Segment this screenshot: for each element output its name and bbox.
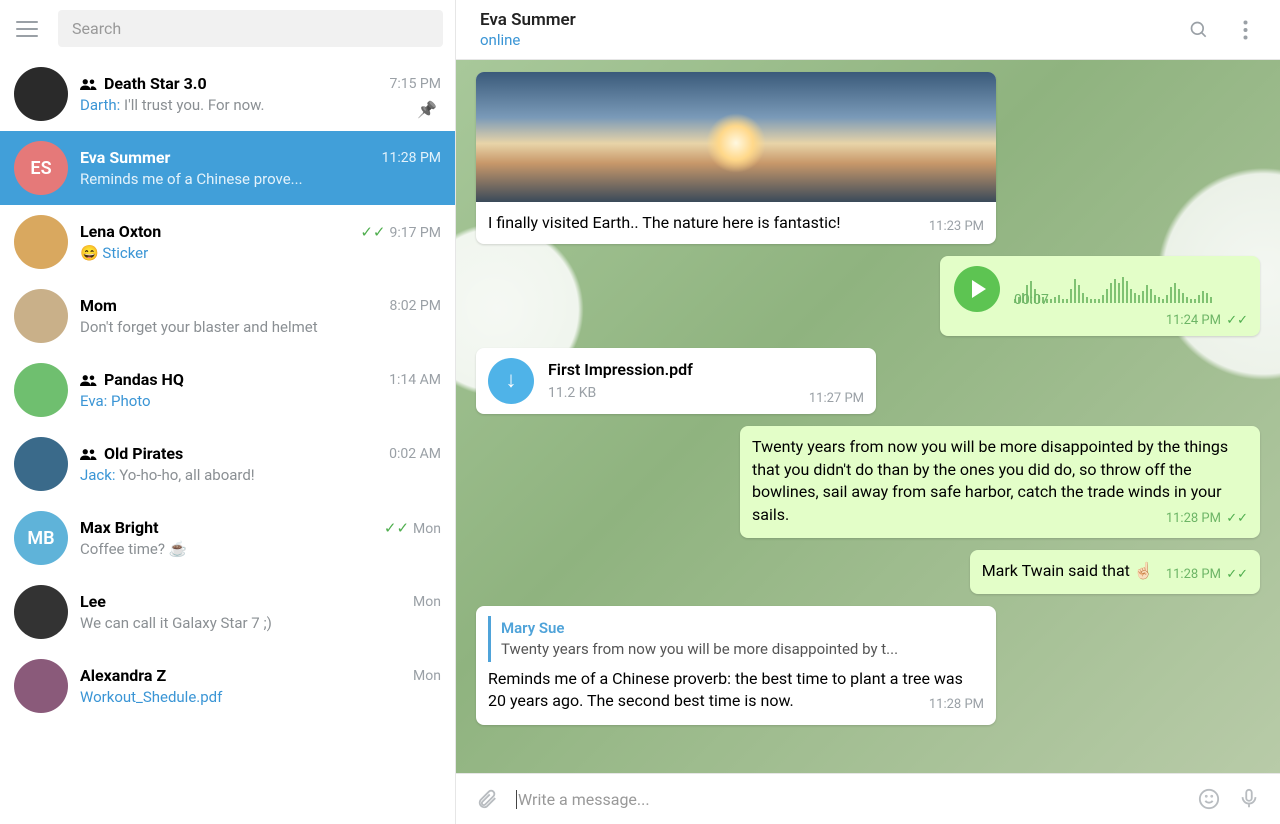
read-ticks-icon: ✓✓: [360, 223, 385, 241]
chat-preview: Coffee time? ☕: [80, 540, 441, 558]
chat-name: Mom: [80, 296, 117, 315]
chat-name: Lena Oxton: [80, 222, 161, 241]
message-text[interactable]: Mark Twain said that ☝🏻 11:28 PM ✓✓: [476, 550, 1260, 594]
avatar: [14, 437, 68, 491]
chat-item[interactable]: Death Star 3.0 7:15 PM Darth: I'll trust y…: [0, 57, 455, 131]
voice-duration: 00:07: [1014, 291, 1049, 311]
chat-time: 8:02 PM: [389, 298, 441, 314]
chat-panel: Eva Summer online I finally visite: [456, 0, 1280, 824]
play-icon[interactable]: [954, 266, 1000, 312]
messages-area[interactable]: I finally visited Earth.. The nature her…: [456, 60, 1280, 773]
download-icon[interactable]: ↓: [488, 358, 534, 404]
chat-list[interactable]: Death Star 3.0 7:15 PM Darth: I'll trust y…: [0, 57, 455, 824]
avatar: ES: [14, 141, 68, 195]
chat-item[interactable]: Alexandra Z Mon Workout_Shedule.pdf: [0, 649, 455, 723]
chat-status: online: [480, 31, 1188, 49]
message-body: Reminds me of a Chinese proverb: the bes…: [488, 669, 963, 710]
header-info[interactable]: Eva Summer online: [480, 10, 1188, 49]
message-text: I finally visited Earth.. The nature her…: [488, 213, 841, 232]
message-text[interactable]: Twenty years from now you will be more d…: [476, 426, 1260, 537]
chat-preview: Jack: Yo-ho-ho, all aboard!: [80, 466, 441, 484]
sidebar-header: Search: [0, 0, 455, 57]
file-size: 11.2 KB: [548, 384, 693, 404]
chat-item[interactable]: ES Eva Summer 11:28 PM Reminds me of a Chin…: [0, 131, 455, 205]
read-ticks-icon: ✓✓: [1226, 313, 1248, 328]
avatar: [14, 363, 68, 417]
chat-name: Eva Summer: [80, 148, 170, 167]
chat-time: 11:28 PM: [382, 150, 441, 166]
avatar: [14, 289, 68, 343]
message-body: Mark Twain said that ☝🏻: [982, 561, 1154, 580]
message-input[interactable]: Write a message...: [516, 790, 1180, 809]
chat-preview: Workout_Shedule.pdf: [80, 688, 441, 706]
chat-time: 0:02 AM: [389, 446, 441, 462]
chat-name: Alexandra Z: [80, 666, 166, 685]
chat-item[interactable]: Mom 8:02 PM Don't forget your blaster and …: [0, 279, 455, 353]
chat-time: Mon: [413, 594, 441, 610]
chat-preview: We can call it Galaxy Star 7 ;): [80, 614, 441, 632]
chat-item[interactable]: Lena Oxton ✓✓9:17 PM 😄 Sticker: [0, 205, 455, 279]
message-time: 11:28 PM: [929, 696, 984, 714]
chat-header: Eva Summer online: [456, 0, 1280, 60]
read-ticks-icon: ✓✓: [384, 519, 409, 537]
chat-preview: Don't forget your blaster and helmet: [80, 318, 441, 336]
avatar: [14, 659, 68, 713]
chat-preview: Darth: I'll trust you. For now.: [80, 96, 441, 114]
avatar: [14, 215, 68, 269]
chat-name: Old Pirates: [80, 444, 183, 463]
avatar: [14, 585, 68, 639]
message-time: 11:27 PM: [809, 390, 864, 408]
chat-time: ✓✓9:17 PM: [360, 223, 441, 241]
message-reply[interactable]: Mary Sue Twenty years from now you will …: [476, 606, 1260, 725]
message-time: 11:28 PM ✓✓: [1166, 510, 1248, 528]
attach-icon[interactable]: [476, 788, 498, 810]
photo-attachment: [476, 72, 996, 202]
message-file[interactable]: ↓ First Impression.pdf 11.2 KB 11:27 PM: [476, 348, 1260, 414]
read-ticks-icon: ✓✓: [1226, 567, 1248, 582]
chat-time: 7:15 PM: [389, 76, 441, 92]
more-icon[interactable]: [1234, 19, 1256, 41]
chat-preview: 😄 Sticker: [80, 244, 441, 262]
chat-time: ✓✓Mon: [384, 519, 441, 537]
sidebar: Search Death Star 3.0 7:15 PM Darth: I'll …: [0, 0, 456, 824]
search-icon[interactable]: [1188, 19, 1210, 41]
reply-quote[interactable]: Mary Sue Twenty years from now you will …: [488, 616, 984, 662]
chat-time: Mon: [413, 668, 441, 684]
menu-icon[interactable]: [12, 15, 40, 43]
message-photo[interactable]: I finally visited Earth.. The nature her…: [476, 72, 1260, 244]
reply-sender: Mary Sue: [501, 618, 984, 639]
message-time: 11:24 PM ✓✓: [1166, 312, 1248, 330]
avatar: MB: [14, 511, 68, 565]
message-body: Twenty years from now you will be more d…: [752, 437, 1228, 523]
chat-item[interactable]: Lee Mon We can call it Galaxy Star 7 ;): [0, 575, 455, 649]
chat-preview: Reminds me of a Chinese prove...: [80, 170, 441, 188]
chat-time: 1:14 AM: [389, 372, 441, 388]
chat-item[interactable]: Pandas HQ 1:14 AM Eva: Photo: [0, 353, 455, 427]
message-voice[interactable]: 00:07 11:24 PM ✓✓: [476, 256, 1260, 336]
read-ticks-icon: ✓✓: [1226, 511, 1248, 526]
chat-item[interactable]: MB Max Bright ✓✓Mon Coffee time? ☕: [0, 501, 455, 575]
pin-icon: 📌: [417, 100, 437, 119]
composer: Write a message...: [456, 773, 1280, 824]
chat-title: Eva Summer: [480, 10, 1188, 30]
microphone-icon[interactable]: [1238, 788, 1260, 810]
chat-name: Pandas HQ: [80, 370, 184, 389]
reply-preview: Twenty years from now you will be more d…: [501, 639, 961, 660]
file-name: First Impression.pdf: [548, 359, 693, 381]
message-time: 11:23 PM: [929, 218, 984, 236]
message-time: 11:28 PM ✓✓: [1166, 566, 1248, 584]
chat-name: Death Star 3.0: [80, 74, 207, 93]
chat-name: Lee: [80, 592, 106, 611]
chat-name: Max Bright: [80, 518, 159, 537]
search-input[interactable]: Search: [58, 10, 443, 47]
avatar: [14, 67, 68, 121]
emoji-icon[interactable]: [1198, 788, 1220, 810]
chat-preview: Eva: Photo: [80, 392, 441, 410]
chat-item[interactable]: Old Pirates 0:02 AM Jack: Yo-ho-ho, all ab…: [0, 427, 455, 501]
